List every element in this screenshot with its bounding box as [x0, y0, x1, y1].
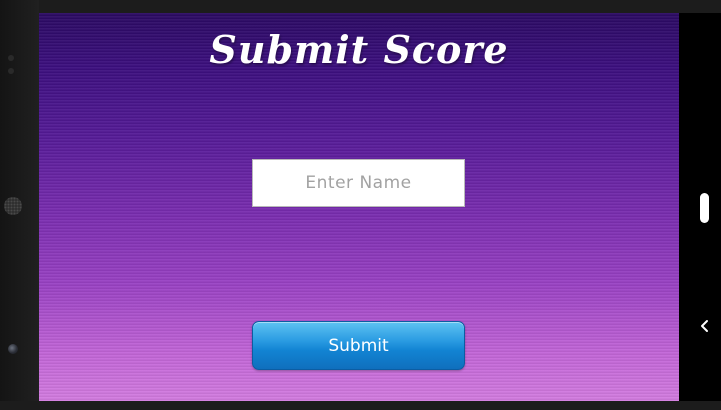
page-title: Submit Score — [209, 27, 509, 72]
bottom-bezel — [0, 401, 721, 410]
scroll-indicator-icon[interactable] — [700, 193, 709, 223]
sensor-dot-icon — [8, 55, 14, 61]
top-bezel — [0, 0, 721, 13]
speaker-grille-icon — [4, 197, 22, 215]
camera-icon — [8, 344, 18, 354]
navigation-bar — [679, 13, 721, 401]
name-input[interactable] — [252, 159, 465, 207]
game-screen: Submit Score Submit — [39, 13, 679, 401]
chevron-left-icon[interactable] — [698, 318, 712, 334]
left-bezel — [0, 0, 39, 410]
sensor-dot-icon — [8, 68, 14, 74]
submit-button[interactable]: Submit — [252, 321, 465, 370]
tablet-frame: Submit Score Submit — [0, 0, 721, 410]
